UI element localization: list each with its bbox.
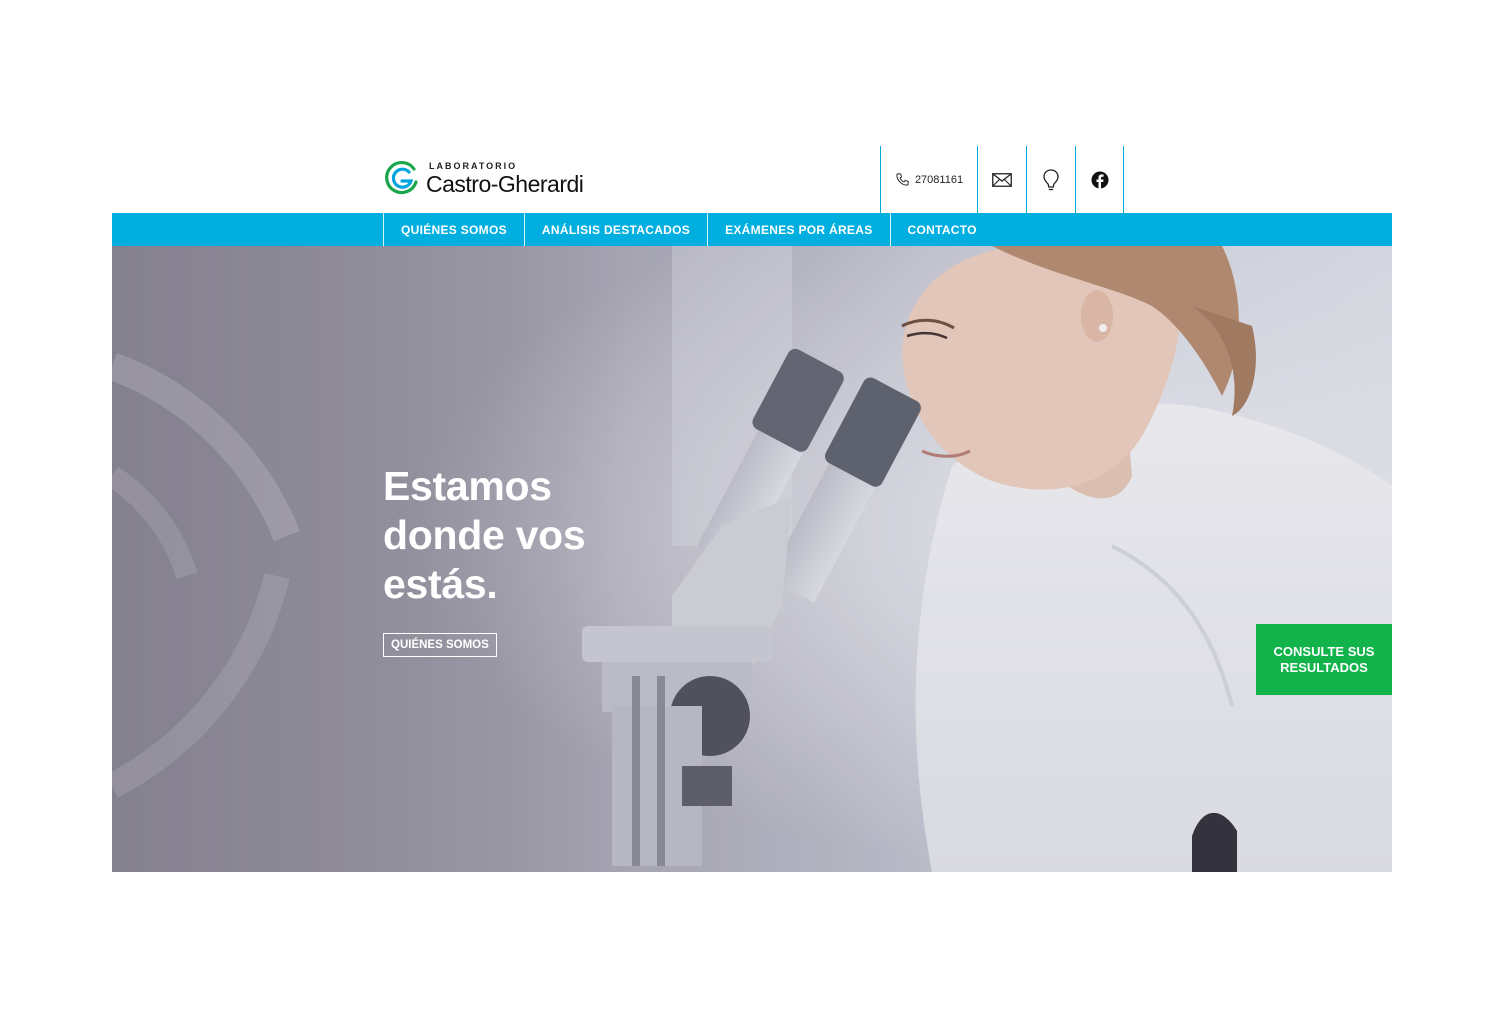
nav-item-analisis-destacados[interactable]: ANÁLISIS DESTACADOS bbox=[523, 213, 707, 246]
facebook-icon bbox=[1091, 171, 1108, 189]
location-pin-icon bbox=[1043, 168, 1059, 190]
results-button-line1: CONSULTE SUS bbox=[1273, 643, 1375, 659]
hero-title-line: donde vos bbox=[383, 512, 586, 558]
facebook-link[interactable] bbox=[1075, 146, 1124, 213]
nav-item-quienes-somos[interactable]: QUIÉNES SOMOS bbox=[383, 213, 524, 246]
site-logo[interactable]: LABORATORIO Castro-Gherardi bbox=[384, 160, 584, 197]
consult-results-button[interactable]: CONSULTE SUS RESULTADOS bbox=[1256, 624, 1392, 695]
logo-title: Castro-Gherardi bbox=[426, 171, 584, 197]
phone-link[interactable]: 27081161 bbox=[880, 146, 977, 213]
mail-link[interactable] bbox=[977, 146, 1026, 213]
nav-item-examenes-por-areas[interactable]: EXÁMENES POR ÁREAS bbox=[707, 213, 889, 246]
nav-item-contacto[interactable]: CONTACTO bbox=[889, 213, 994, 246]
page-frame: LABORATORIO Castro-Gherardi 27081161 QUI… bbox=[112, 146, 1392, 872]
logo-subtitle: LABORATORIO bbox=[429, 161, 518, 171]
main-nav: QUIÉNES SOMOS ANÁLISIS DESTACADOS EXÁMEN… bbox=[112, 213, 1392, 246]
site-header: LABORATORIO Castro-Gherardi 27081161 bbox=[112, 146, 1392, 213]
logo-mark-icon bbox=[385, 161, 418, 195]
phone-icon bbox=[896, 173, 909, 186]
contact-bar: 27081161 bbox=[880, 146, 1124, 213]
location-link[interactable] bbox=[1026, 146, 1075, 213]
phone-number: 27081161 bbox=[914, 173, 964, 186]
results-button-line2: RESULTADOS bbox=[1280, 659, 1368, 675]
hero-banner: Estamos donde vos estás. QUIÉNES SOMOS C… bbox=[112, 246, 1392, 872]
hero-image bbox=[112, 246, 1392, 872]
mail-icon bbox=[992, 172, 1012, 187]
hero-quienes-somos-button[interactable]: QUIÉNES SOMOS bbox=[383, 633, 497, 657]
hero-title-line: Estamos bbox=[383, 463, 552, 509]
hero-title: Estamos donde vos estás. bbox=[383, 462, 586, 609]
hero-title-line: estás. bbox=[383, 561, 498, 607]
